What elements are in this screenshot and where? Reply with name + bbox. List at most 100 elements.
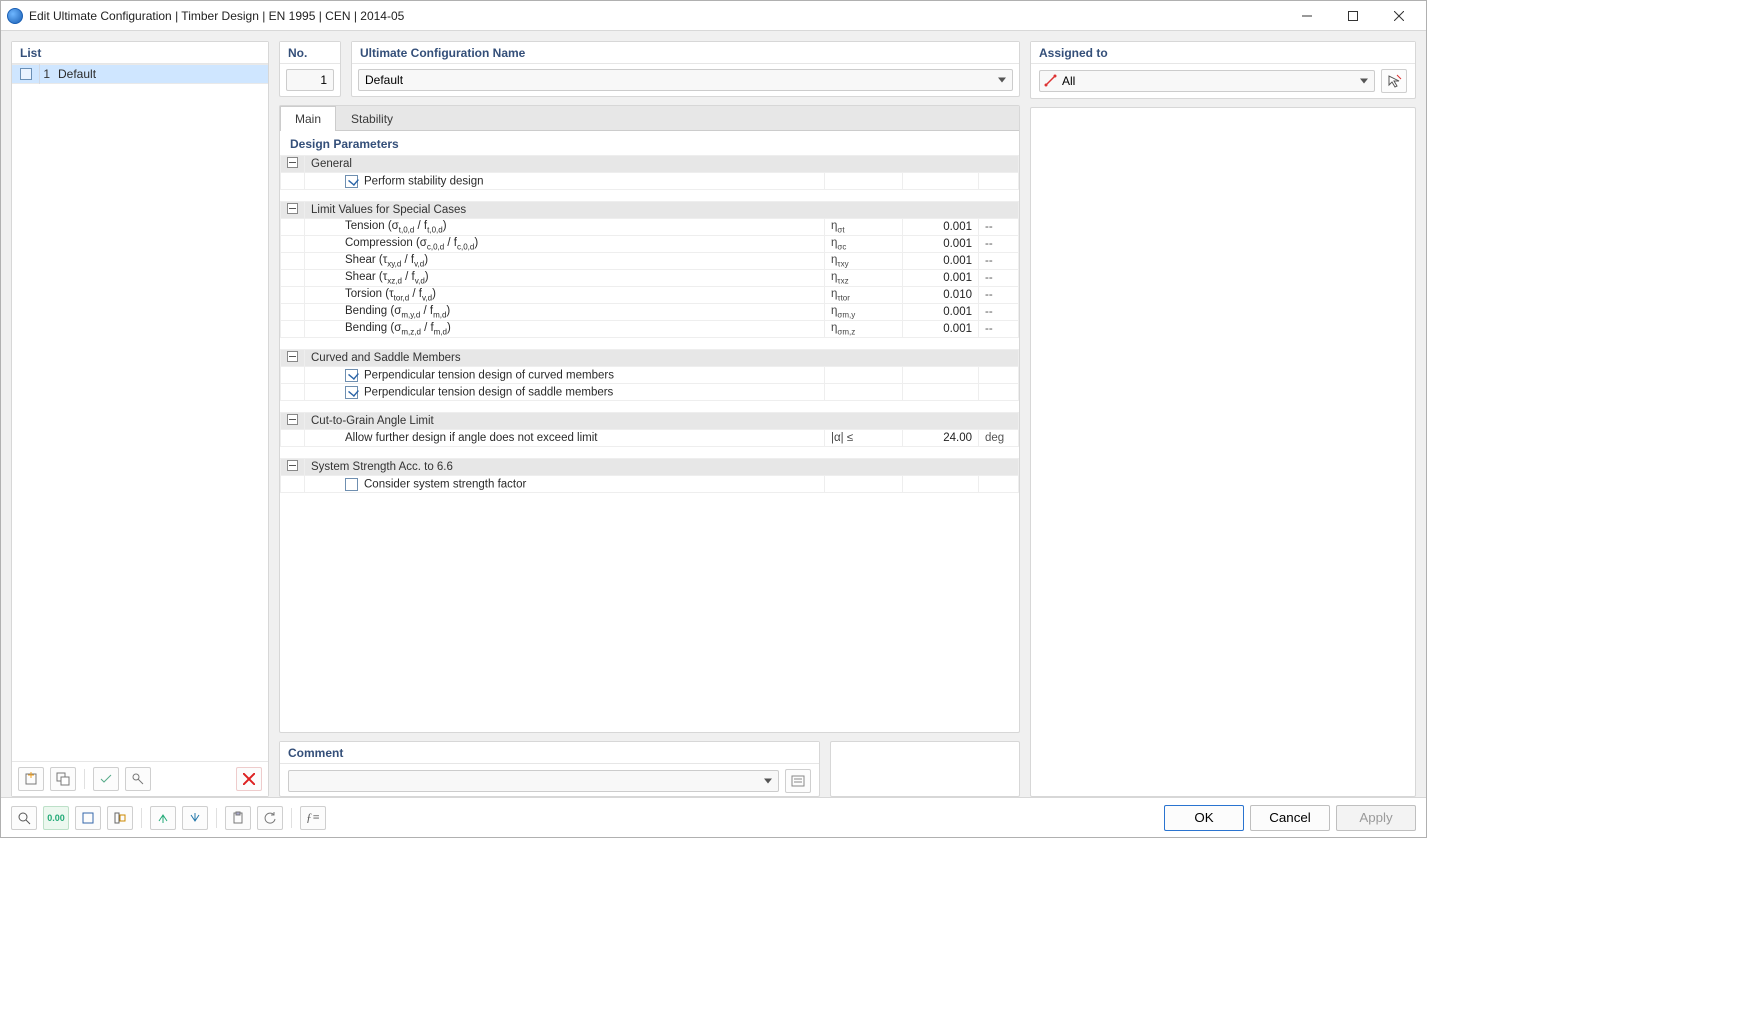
tab-main[interactable]: Main (280, 106, 336, 131)
row-curved-1[interactable]: Perpendicular tension design of curved m… (281, 367, 1019, 384)
collapse-icon[interactable] (281, 156, 305, 173)
design-params-title: Design Parameters (280, 131, 1019, 155)
ok-button[interactable]: OK (1164, 805, 1244, 831)
name-head: Ultimate Configuration Name (352, 42, 1019, 64)
checkbox-icon[interactable] (345, 369, 358, 382)
collapse-icon[interactable] (281, 413, 305, 430)
checkbox-icon[interactable] (345, 478, 358, 491)
comment-combo[interactable] (288, 770, 779, 792)
cell-label: Consider system strength factor (364, 478, 526, 490)
window-title: Edit Ultimate Configuration | Timber Des… (29, 9, 404, 23)
row-sys[interactable]: Consider system strength factor (281, 476, 1019, 493)
cell-sym: |α| ≤ (825, 430, 903, 447)
rect-icon[interactable] (75, 806, 101, 830)
cancel-button[interactable]: Cancel (1250, 805, 1330, 831)
cell-label: Bending (σm,y,d / fm,d) (345, 305, 450, 317)
row-limit[interactable]: Compression (σc,0,d / fc,0,d)ησc0.001-- (281, 236, 1019, 253)
name-input[interactable] (358, 69, 1013, 91)
cell-val[interactable]: 0.001 (903, 321, 979, 338)
units-icon[interactable]: 0.00 (43, 806, 69, 830)
comment-library-icon[interactable] (785, 769, 811, 793)
group-cut-title: Cut-to-Grain Angle Limit (305, 413, 1019, 430)
search-icon[interactable] (11, 806, 37, 830)
group-curved-title: Curved and Saddle Members (305, 350, 1019, 367)
row-curved-2[interactable]: Perpendicular tension design of saddle m… (281, 384, 1019, 401)
group-limits: Limit Values for Special Cases (281, 202, 1019, 219)
collapse-icon[interactable] (281, 202, 305, 219)
cell-unit: -- (979, 253, 1019, 270)
cell-label: Bending (σm,z,d / fm,d) (345, 322, 451, 334)
name-combo[interactable] (358, 69, 1013, 91)
reset-icon[interactable] (257, 806, 283, 830)
list-row-num: 1 (40, 67, 54, 81)
checkbox-icon[interactable] (345, 386, 358, 399)
cell-sym: ησm,z (825, 321, 903, 338)
cell-val[interactable]: 0.001 (903, 253, 979, 270)
cell-val[interactable]: 24.00 (903, 430, 979, 447)
row-limit[interactable]: Shear (τxy,d / fv,d)ητxy0.001-- (281, 253, 1019, 270)
list-panel: List 1 Default (11, 41, 269, 797)
list-row-marker (12, 64, 40, 84)
assigned-combo[interactable] (1039, 70, 1375, 92)
group-curved: Curved and Saddle Members (281, 350, 1019, 367)
group-sys-title: System Strength Acc. to 6.6 (305, 459, 1019, 476)
group-limits-title: Limit Values for Special Cases (305, 202, 1019, 219)
row-limit[interactable]: Tension (σt,0,d / ft,0,d)ησt0.001-- (281, 219, 1019, 236)
check-tree-icon[interactable] (93, 767, 119, 791)
row-limit[interactable]: Shear (τxz,d / fv,d)ητxz0.001-- (281, 270, 1019, 287)
assigned-panel: Assigned to (1030, 41, 1416, 99)
collapse-icon[interactable] (281, 459, 305, 476)
close-button[interactable] (1376, 2, 1422, 30)
profile-icon[interactable] (107, 806, 133, 830)
pick-members-icon[interactable] (1381, 69, 1407, 93)
members-icon (1044, 74, 1058, 88)
list-footer (12, 761, 268, 796)
assigned-input[interactable] (1039, 70, 1375, 92)
cell-sym: ητtor (825, 287, 903, 304)
no-input[interactable] (286, 69, 334, 91)
cell-val[interactable]: 0.001 (903, 219, 979, 236)
minimize-button[interactable] (1284, 2, 1330, 30)
cell-val[interactable]: 0.001 (903, 304, 979, 321)
cell-val[interactable]: 0.010 (903, 287, 979, 304)
list-body[interactable]: 1 Default (12, 64, 268, 761)
group-general-title: General (305, 156, 1019, 173)
cell-unit: -- (979, 219, 1019, 236)
cell-label: Compression (σc,0,d / fc,0,d) (345, 237, 478, 249)
function-icon[interactable]: ƒ≡ (300, 806, 326, 830)
maximize-button[interactable] (1330, 2, 1376, 30)
new-icon[interactable] (18, 767, 44, 791)
cell-label: Allow further design if angle does not e… (345, 432, 598, 444)
row-limit[interactable]: Torsion (τtor,d / fv,d)ητtor0.010-- (281, 287, 1019, 304)
cell-label: Shear (τxy,d / fv,d) (345, 254, 428, 266)
cell-label: Tension (σt,0,d / ft,0,d) (345, 220, 447, 232)
cell-unit: -- (979, 236, 1019, 253)
cell-unit: -- (979, 304, 1019, 321)
row-limit[interactable]: Bending (σm,z,d / fm,d)ησm,z0.001-- (281, 321, 1019, 338)
cell-val[interactable]: 0.001 (903, 270, 979, 287)
params-panel: Main Stability Design Parameters General… (279, 105, 1020, 733)
tab-stability[interactable]: Stability (336, 106, 408, 130)
clipboard-icon[interactable] (225, 806, 251, 830)
export-icon[interactable] (150, 806, 176, 830)
cell-sym: ητxz (825, 270, 903, 287)
cell-label: Shear (τxz,d / fv,d) (345, 271, 429, 283)
cell-sym: ησm,y (825, 304, 903, 321)
checkbox-icon[interactable] (345, 175, 358, 188)
row-perform-stability[interactable]: Perform stability design (281, 173, 1019, 190)
tabs: Main Stability (280, 106, 1019, 131)
copy-icon[interactable] (50, 767, 76, 791)
no-panel: No. (279, 41, 341, 97)
group-sys: System Strength Acc. to 6.6 (281, 459, 1019, 476)
cell-unit: -- (979, 287, 1019, 304)
row-limit[interactable]: Bending (σm,y,d / fm,d) ησm,y0.001-- (281, 304, 1019, 321)
import-icon[interactable] (182, 806, 208, 830)
comment-input[interactable] (288, 770, 779, 792)
tools-icon[interactable] (125, 767, 151, 791)
delete-icon[interactable] (236, 767, 262, 791)
list-head: List (12, 42, 268, 64)
cell-val[interactable]: 0.001 (903, 236, 979, 253)
list-row[interactable]: 1 Default (12, 64, 268, 84)
collapse-icon[interactable] (281, 350, 305, 367)
row-cut[interactable]: Allow further design if angle does not e… (281, 430, 1019, 447)
